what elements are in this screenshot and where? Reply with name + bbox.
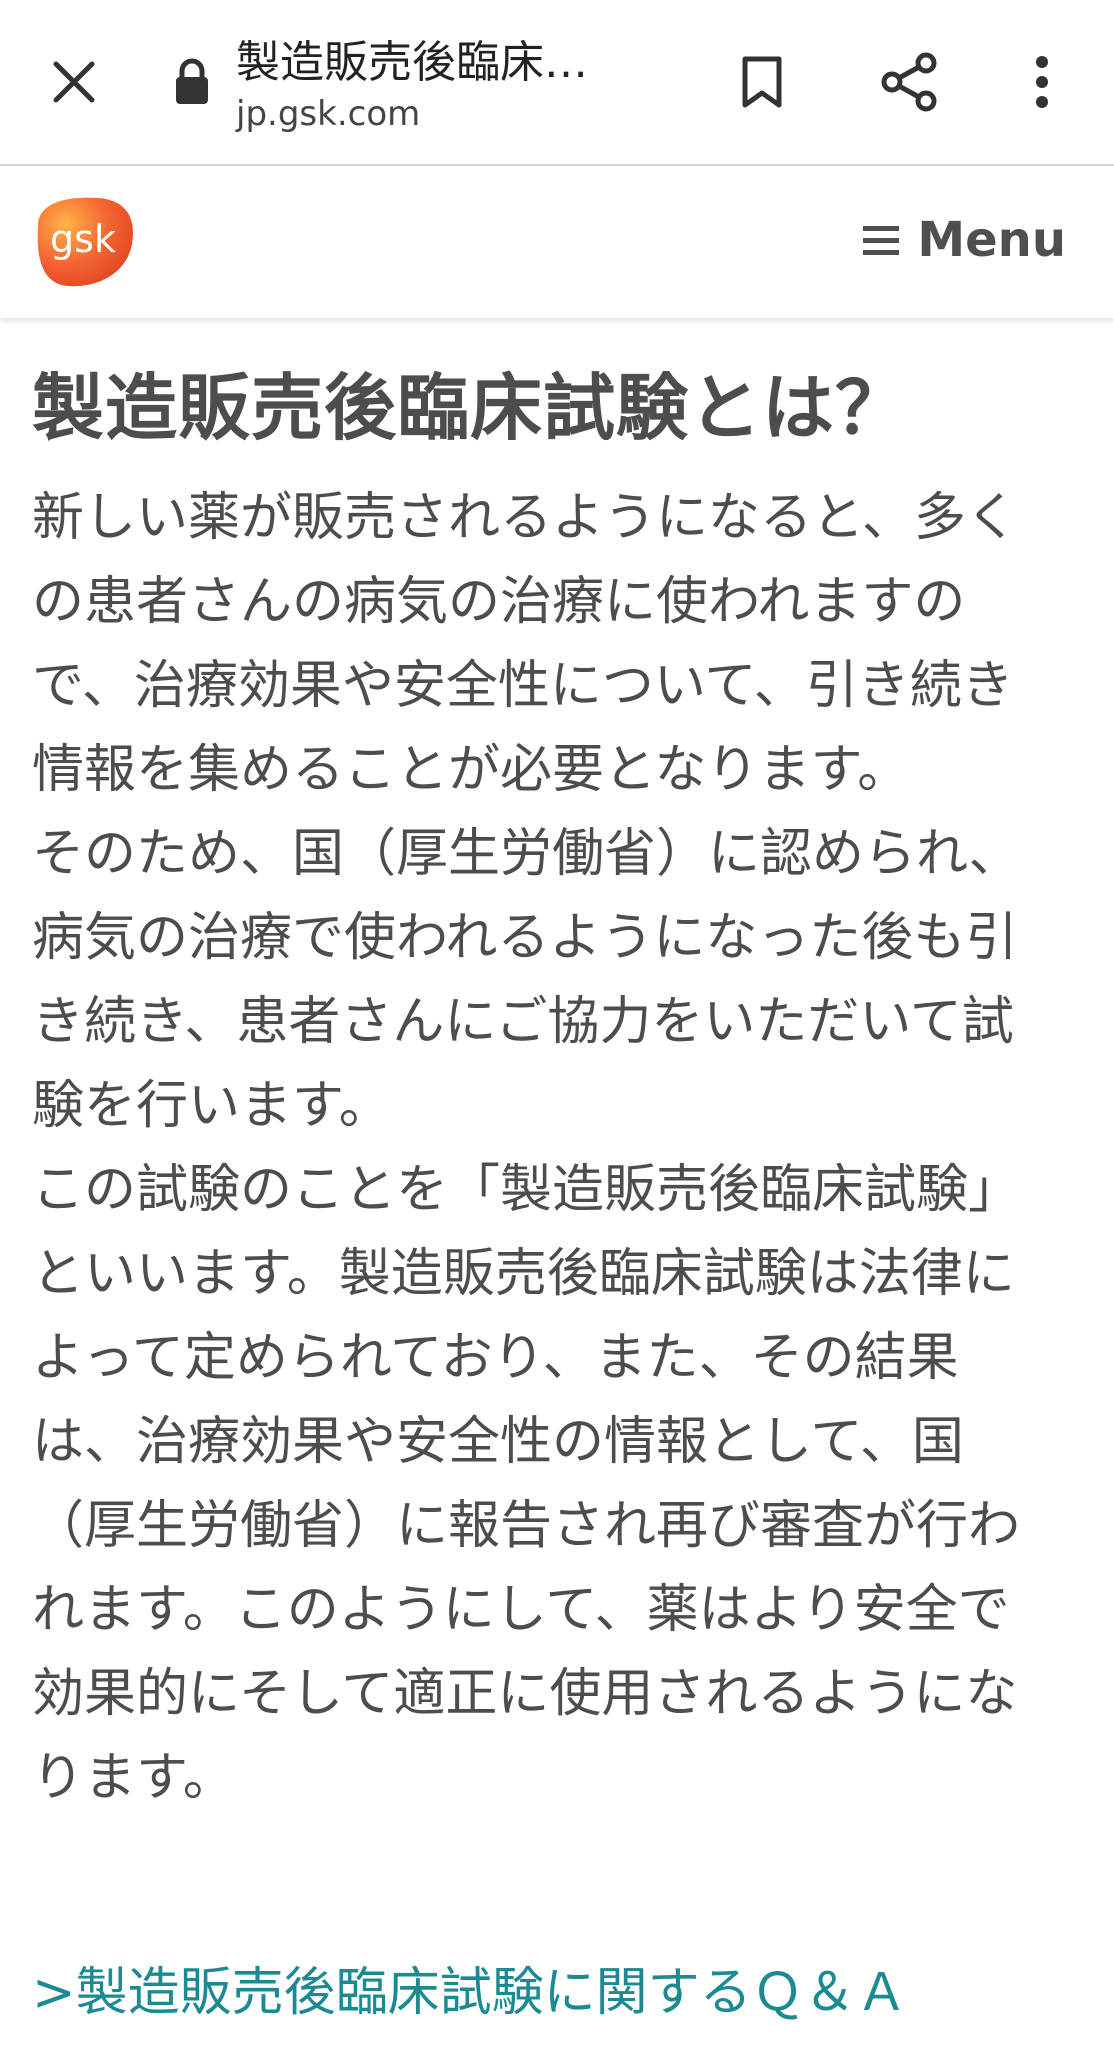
main-content: 製造販売後臨床試験とは？ 新しい薬が販売されるようになると、多くの患者さんの病気… <box>32 360 1072 1820</box>
page-title: 製造販売後臨床試験とは？ <box>32 366 909 450</box>
share-button[interactable] <box>876 48 944 116</box>
close-icon <box>53 61 95 103</box>
qa-link[interactable]: >製造販売後臨床試験に関するＱ＆Ａ <box>32 1950 908 2025</box>
hamburger-icon <box>863 219 900 262</box>
more-vert-icon <box>1036 56 1048 108</box>
lock-icon <box>176 58 208 104</box>
paragraph-3: この試験のことを「製造販売後臨床試験」といいます。製造販売後臨床試験は法律によっ… <box>32 1160 1021 1808</box>
more-options-button[interactable] <box>1012 48 1072 116</box>
share-icon <box>881 52 937 112</box>
body-text: 新しい薬が販売されるようになると、多くの患者さんの病気の治療に使われますので、治… <box>32 476 1042 1820</box>
url-text[interactable]: jp.gsk.com <box>236 94 420 134</box>
site-header: gsk Menu <box>0 166 1114 318</box>
bookmark-icon <box>742 56 782 108</box>
logo-text: gsk <box>50 217 116 261</box>
menu-label: Menu <box>917 212 1066 268</box>
gsk-logo[interactable]: gsk <box>28 192 140 292</box>
paragraph-1: 新しい薬が販売されるようになると、多くの患者さんの病気の治療に使われますので、治… <box>32 488 1018 800</box>
paragraph-2: そのため、国（厚生労働省）に認められ、病気の治療で使われるようになった後も引き続… <box>32 824 1021 1136</box>
tab-title: 製造販売後臨床… <box>236 37 588 88</box>
browser-toolbar: 製造販売後臨床… jp.gsk.com <box>0 0 1114 166</box>
menu-button[interactable]: Menu <box>863 212 1066 268</box>
close-button[interactable] <box>42 50 106 114</box>
bookmark-button[interactable] <box>730 50 794 114</box>
